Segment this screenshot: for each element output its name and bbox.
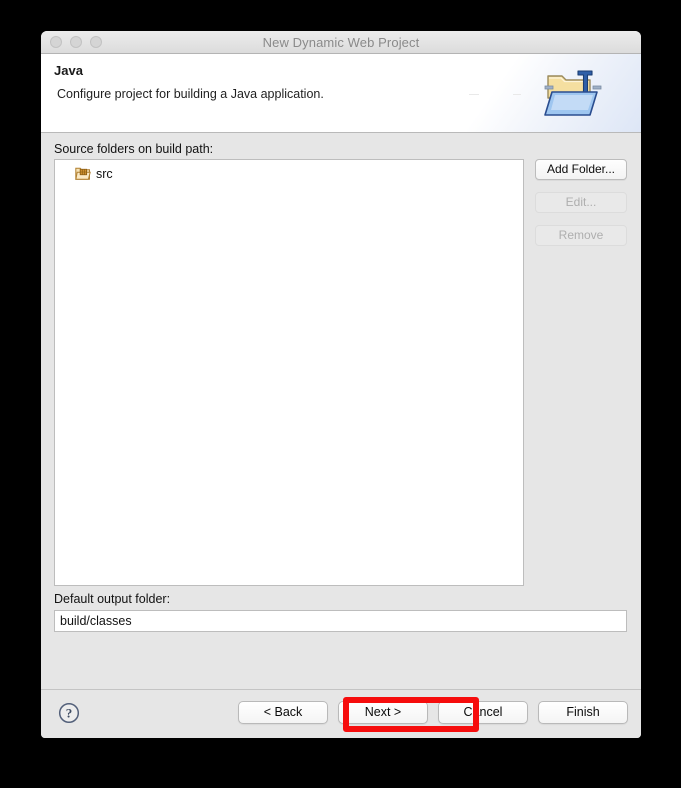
- source-folders-label: Source folders on build path:: [54, 142, 214, 156]
- screenshot-root: New Dynamic Web Project Java Configure p…: [0, 0, 681, 788]
- close-button[interactable]: [50, 36, 62, 48]
- header-gradient: [411, 54, 641, 132]
- back-button[interactable]: < Back: [238, 701, 328, 724]
- help-question-icon[interactable]: ?: [58, 702, 80, 724]
- remove-button: Remove: [535, 225, 627, 246]
- minimize-button[interactable]: [70, 36, 82, 48]
- java-project-folder-icon: [544, 70, 602, 116]
- zoom-button[interactable]: [90, 36, 102, 48]
- default-output-folder-label: Default output folder:: [54, 592, 171, 606]
- default-output-folder-input[interactable]: [54, 610, 627, 632]
- svg-text:?: ?: [66, 706, 73, 721]
- footer-button-group: < Back Next > Cancel Finish: [238, 701, 628, 724]
- edit-button: Edit...: [535, 192, 627, 213]
- page-title: Java: [54, 63, 83, 78]
- list-item-label: src: [96, 167, 113, 181]
- new-dynamic-web-project-dialog: New Dynamic Web Project Java Configure p…: [41, 31, 641, 738]
- list-action-buttons: Add Folder... Edit... Remove: [535, 159, 627, 246]
- window-controls: [50, 36, 102, 48]
- window-title: New Dynamic Web Project: [262, 34, 420, 50]
- cancel-button[interactable]: Cancel: [438, 701, 528, 724]
- wizard-header: Java Configure project for building a Ja…: [41, 54, 641, 133]
- next-button[interactable]: Next >: [338, 701, 428, 724]
- header-artifact-1: [469, 94, 479, 95]
- source-folder-icon: [75, 167, 91, 180]
- page-description: Configure project for building a Java ap…: [57, 87, 324, 101]
- header-artifact-2: [513, 94, 521, 95]
- source-folders-list[interactable]: src: [54, 159, 524, 586]
- finish-button[interactable]: Finish: [538, 701, 628, 724]
- dialog-body: Source folders on build path: src Add Fo…: [41, 133, 641, 689]
- title-bar: New Dynamic Web Project: [41, 31, 641, 54]
- add-folder-button[interactable]: Add Folder...: [535, 159, 627, 180]
- dialog-footer: ? < Back Next > Cancel Finish: [41, 689, 641, 738]
- list-item[interactable]: src: [55, 164, 523, 184]
